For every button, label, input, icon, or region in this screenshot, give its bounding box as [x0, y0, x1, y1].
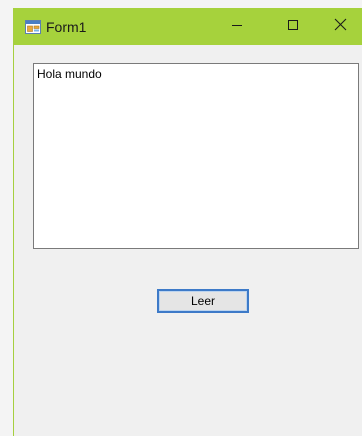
output-textbox[interactable]: Hola mundo — [33, 63, 359, 249]
close-icon — [334, 18, 347, 36]
minimize-button[interactable] — [214, 8, 260, 45]
form-app-icon — [25, 20, 41, 34]
form-window: Form1 Hola mundo Leer — [13, 8, 362, 436]
window-title: Form1 — [46, 19, 87, 35]
title-bar[interactable]: Form1 — [14, 8, 362, 45]
maximize-button[interactable] — [270, 8, 316, 45]
read-button-label: Leer — [190, 294, 216, 308]
maximize-icon — [287, 18, 299, 36]
read-button[interactable]: Leer — [157, 289, 249, 313]
close-button[interactable] — [318, 8, 362, 45]
minimize-icon — [231, 18, 243, 36]
form-client-area: Hola mundo Leer — [14, 45, 362, 436]
